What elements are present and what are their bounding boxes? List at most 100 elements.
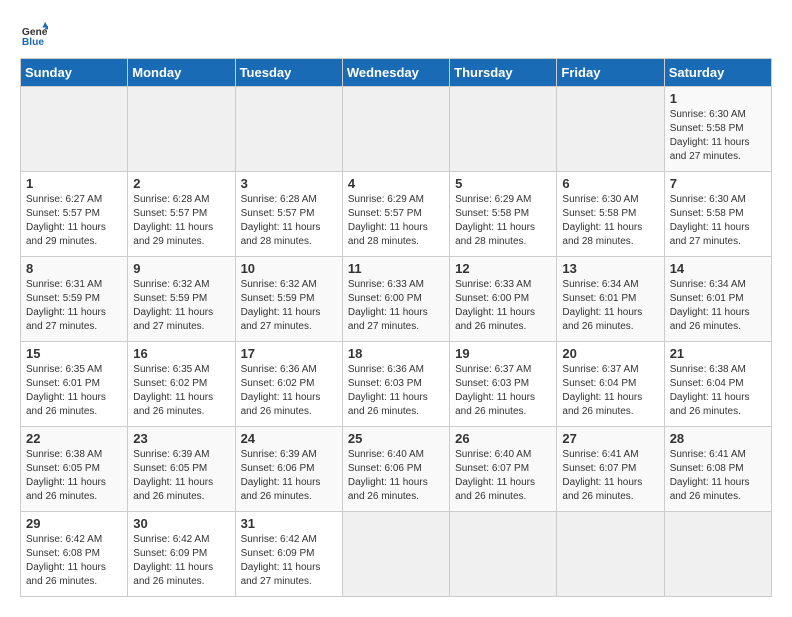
svg-text:Blue: Blue: [22, 37, 45, 48]
day-number: 20: [562, 346, 658, 361]
day-info: Sunrise: 6:39 AM Sunset: 6:06 PM Dayligh…: [241, 448, 337, 504]
calendar-cell: 1 Sunrise: 6:27 AM Sunset: 5:57 PM Dayli…: [21, 172, 128, 257]
calendar-cell: 28 Sunrise: 6:41 AM Sunset: 6:08 PM Dayl…: [664, 427, 771, 512]
day-number: 25: [348, 431, 444, 446]
day-info: Sunrise: 6:38 AM Sunset: 6:04 PM Dayligh…: [670, 363, 766, 419]
day-number: 1: [670, 91, 766, 106]
calendar-header-row: SundayMondayTuesdayWednesdayThursdayFrid…: [21, 59, 772, 87]
day-info: Sunrise: 6:35 AM Sunset: 6:02 PM Dayligh…: [133, 363, 229, 419]
calendar-cell: 9 Sunrise: 6:32 AM Sunset: 5:59 PM Dayli…: [128, 257, 235, 342]
calendar-cell: [128, 87, 235, 172]
day-info: Sunrise: 6:37 AM Sunset: 6:03 PM Dayligh…: [455, 363, 551, 419]
day-info: Sunrise: 6:31 AM Sunset: 5:59 PM Dayligh…: [26, 278, 122, 334]
day-number: 22: [26, 431, 122, 446]
day-info: Sunrise: 6:39 AM Sunset: 6:05 PM Dayligh…: [133, 448, 229, 504]
day-number: 11: [348, 261, 444, 276]
day-info: Sunrise: 6:32 AM Sunset: 5:59 PM Dayligh…: [241, 278, 337, 334]
calendar-cell: 10 Sunrise: 6:32 AM Sunset: 5:59 PM Dayl…: [235, 257, 342, 342]
day-number: 16: [133, 346, 229, 361]
calendar-cell: 25 Sunrise: 6:40 AM Sunset: 6:06 PM Dayl…: [342, 427, 449, 512]
day-number: 15: [26, 346, 122, 361]
day-number: 30: [133, 516, 229, 531]
calendar-cell: 24 Sunrise: 6:39 AM Sunset: 6:06 PM Dayl…: [235, 427, 342, 512]
day-header-friday: Friday: [557, 59, 664, 87]
day-header-thursday: Thursday: [450, 59, 557, 87]
day-number: 29: [26, 516, 122, 531]
day-info: Sunrise: 6:42 AM Sunset: 6:09 PM Dayligh…: [133, 533, 229, 589]
day-number: 3: [241, 176, 337, 191]
day-info: Sunrise: 6:28 AM Sunset: 5:57 PM Dayligh…: [241, 193, 337, 249]
calendar-cell: 17 Sunrise: 6:36 AM Sunset: 6:02 PM Dayl…: [235, 342, 342, 427]
day-info: Sunrise: 6:29 AM Sunset: 5:58 PM Dayligh…: [455, 193, 551, 249]
day-number: 4: [348, 176, 444, 191]
logo-icon: General Blue: [20, 20, 48, 48]
day-header-saturday: Saturday: [664, 59, 771, 87]
day-number: 14: [670, 261, 766, 276]
day-number: 6: [562, 176, 658, 191]
day-number: 1: [26, 176, 122, 191]
day-info: Sunrise: 6:42 AM Sunset: 6:08 PM Dayligh…: [26, 533, 122, 589]
calendar-cell: 18 Sunrise: 6:36 AM Sunset: 6:03 PM Dayl…: [342, 342, 449, 427]
day-number: 13: [562, 261, 658, 276]
day-info: Sunrise: 6:33 AM Sunset: 6:00 PM Dayligh…: [455, 278, 551, 334]
calendar-cell: 21 Sunrise: 6:38 AM Sunset: 6:04 PM Dayl…: [664, 342, 771, 427]
calendar-cell: 20 Sunrise: 6:37 AM Sunset: 6:04 PM Dayl…: [557, 342, 664, 427]
day-info: Sunrise: 6:35 AM Sunset: 6:01 PM Dayligh…: [26, 363, 122, 419]
calendar-cell: 31 Sunrise: 6:42 AM Sunset: 6:09 PM Dayl…: [235, 512, 342, 597]
day-number: 9: [133, 261, 229, 276]
day-number: 2: [133, 176, 229, 191]
logo: General Blue: [20, 20, 48, 48]
calendar-header: General Blue: [20, 20, 772, 48]
calendar-cell: [557, 87, 664, 172]
day-info: Sunrise: 6:30 AM Sunset: 5:58 PM Dayligh…: [562, 193, 658, 249]
calendar-table: SundayMondayTuesdayWednesdayThursdayFrid…: [20, 58, 772, 597]
day-info: Sunrise: 6:29 AM Sunset: 5:57 PM Dayligh…: [348, 193, 444, 249]
calendar-cell: 2 Sunrise: 6:28 AM Sunset: 5:57 PM Dayli…: [128, 172, 235, 257]
calendar-week-2: 1 Sunrise: 6:27 AM Sunset: 5:57 PM Dayli…: [21, 172, 772, 257]
day-info: Sunrise: 6:36 AM Sunset: 6:02 PM Dayligh…: [241, 363, 337, 419]
calendar-week-5: 22 Sunrise: 6:38 AM Sunset: 6:05 PM Dayl…: [21, 427, 772, 512]
day-info: Sunrise: 6:34 AM Sunset: 6:01 PM Dayligh…: [670, 278, 766, 334]
day-info: Sunrise: 6:38 AM Sunset: 6:05 PM Dayligh…: [26, 448, 122, 504]
day-info: Sunrise: 6:37 AM Sunset: 6:04 PM Dayligh…: [562, 363, 658, 419]
day-number: 19: [455, 346, 551, 361]
calendar-cell: [235, 87, 342, 172]
calendar-cell: 11 Sunrise: 6:33 AM Sunset: 6:00 PM Dayl…: [342, 257, 449, 342]
calendar-cell: 19 Sunrise: 6:37 AM Sunset: 6:03 PM Dayl…: [450, 342, 557, 427]
calendar-week-1: 1 Sunrise: 6:30 AM Sunset: 5:58 PM Dayli…: [21, 87, 772, 172]
day-info: Sunrise: 6:41 AM Sunset: 6:07 PM Dayligh…: [562, 448, 658, 504]
calendar-cell: 5 Sunrise: 6:29 AM Sunset: 5:58 PM Dayli…: [450, 172, 557, 257]
day-number: 31: [241, 516, 337, 531]
day-info: Sunrise: 6:28 AM Sunset: 5:57 PM Dayligh…: [133, 193, 229, 249]
calendar-week-3: 8 Sunrise: 6:31 AM Sunset: 5:59 PM Dayli…: [21, 257, 772, 342]
day-info: Sunrise: 6:36 AM Sunset: 6:03 PM Dayligh…: [348, 363, 444, 419]
day-info: Sunrise: 6:40 AM Sunset: 6:07 PM Dayligh…: [455, 448, 551, 504]
day-number: 17: [241, 346, 337, 361]
day-info: Sunrise: 6:34 AM Sunset: 6:01 PM Dayligh…: [562, 278, 658, 334]
day-number: 7: [670, 176, 766, 191]
calendar-week-4: 15 Sunrise: 6:35 AM Sunset: 6:01 PM Dayl…: [21, 342, 772, 427]
day-header-monday: Monday: [128, 59, 235, 87]
calendar-body: 1 Sunrise: 6:30 AM Sunset: 5:58 PM Dayli…: [21, 87, 772, 597]
day-number: 26: [455, 431, 551, 446]
calendar-cell: 8 Sunrise: 6:31 AM Sunset: 5:59 PM Dayli…: [21, 257, 128, 342]
calendar-cell: [342, 512, 449, 597]
calendar-cell: 6 Sunrise: 6:30 AM Sunset: 5:58 PM Dayli…: [557, 172, 664, 257]
calendar-cell: 27 Sunrise: 6:41 AM Sunset: 6:07 PM Dayl…: [557, 427, 664, 512]
calendar-cell: 15 Sunrise: 6:35 AM Sunset: 6:01 PM Dayl…: [21, 342, 128, 427]
calendar-cell: 14 Sunrise: 6:34 AM Sunset: 6:01 PM Dayl…: [664, 257, 771, 342]
day-info: Sunrise: 6:41 AM Sunset: 6:08 PM Dayligh…: [670, 448, 766, 504]
day-number: 21: [670, 346, 766, 361]
day-number: 18: [348, 346, 444, 361]
calendar-cell: 30 Sunrise: 6:42 AM Sunset: 6:09 PM Dayl…: [128, 512, 235, 597]
day-number: 8: [26, 261, 122, 276]
day-info: Sunrise: 6:40 AM Sunset: 6:06 PM Dayligh…: [348, 448, 444, 504]
calendar-cell: 13 Sunrise: 6:34 AM Sunset: 6:01 PM Dayl…: [557, 257, 664, 342]
day-number: 23: [133, 431, 229, 446]
calendar-cell: 1 Sunrise: 6:30 AM Sunset: 5:58 PM Dayli…: [664, 87, 771, 172]
calendar-cell: [21, 87, 128, 172]
calendar-cell: [450, 512, 557, 597]
day-info: Sunrise: 6:33 AM Sunset: 6:00 PM Dayligh…: [348, 278, 444, 334]
calendar-cell: 3 Sunrise: 6:28 AM Sunset: 5:57 PM Dayli…: [235, 172, 342, 257]
day-number: 28: [670, 431, 766, 446]
